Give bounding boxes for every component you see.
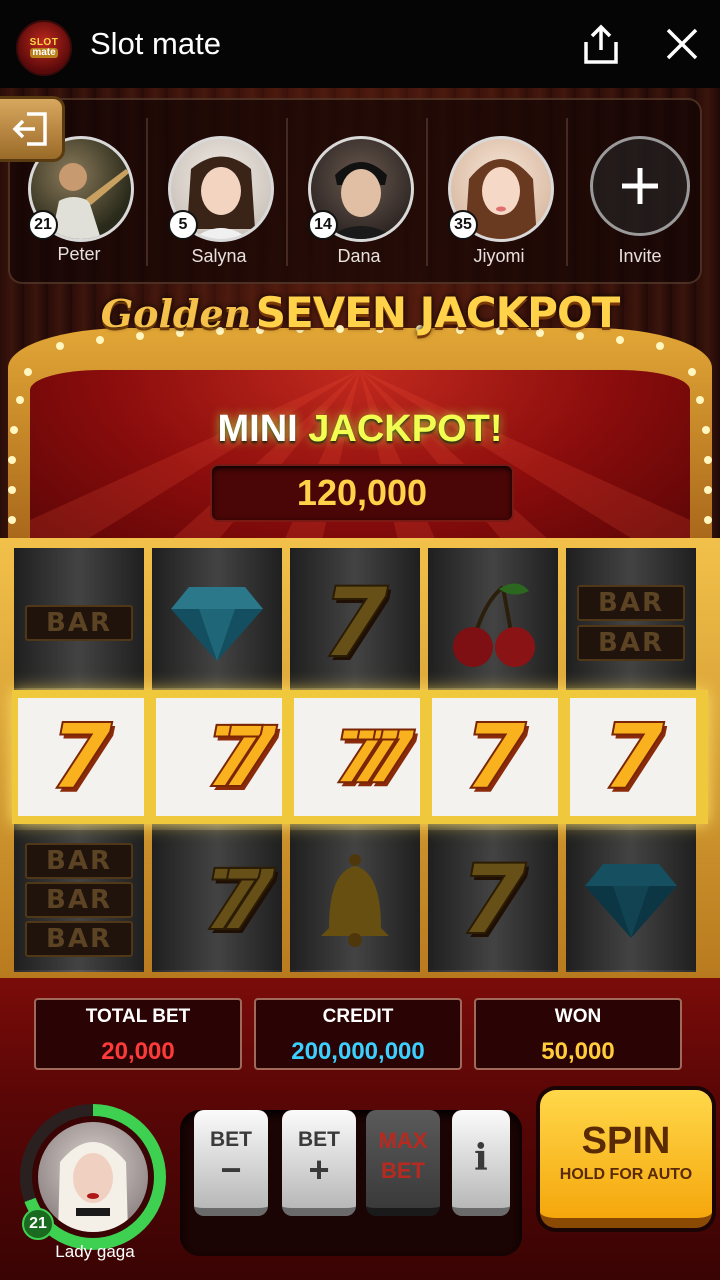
jackpot-amount: 120,000 (210, 464, 514, 522)
friend-name: Peter (57, 244, 101, 264)
reel-shade (152, 830, 282, 970)
exit-icon (12, 112, 47, 146)
friend-name: Jiyomi (473, 246, 525, 266)
bet-minus-button[interactable]: BET − (194, 1110, 268, 1216)
friends-panel: 21 Peter 5 Salyna 14 Dana 35 Jiyomi Invi… (8, 98, 702, 284)
friend-slot-jiyomi[interactable]: 35 Jiyomi (430, 100, 568, 282)
seven-symbol: 7 (601, 704, 666, 811)
triple-seven-symbol: 777 (332, 714, 417, 800)
max-bet-line1: MAX (378, 1128, 428, 1153)
info-icon: i (474, 1137, 488, 1179)
spin-label: SPIN (581, 1120, 671, 1162)
reel-shade (290, 548, 420, 688)
mini-word: MINI (217, 408, 298, 450)
divider (286, 118, 288, 266)
friend-name: Salyna (191, 246, 247, 266)
reel-shade (566, 548, 696, 688)
won-display: WON 50,000 (474, 998, 682, 1070)
total-bet-label: TOTAL BET (85, 1006, 191, 1027)
reel-shade (152, 548, 282, 688)
spin-sub-label: HOLD FOR AUTO (559, 1166, 693, 1183)
mini-jackpot-heading: MINI JACKPOT! (0, 408, 720, 451)
won-value: 50,000 (541, 1038, 615, 1065)
invite-circle (590, 136, 690, 236)
app-bar: SLOT mate Slot mate (0, 0, 720, 88)
invite-button[interactable]: Invite (570, 100, 700, 282)
seven-symbol: 7 (49, 704, 114, 811)
seven-symbol: 7 (463, 704, 528, 811)
info-button[interactable]: i (452, 1110, 510, 1216)
plus-icon: + (308, 1149, 330, 1190)
player-name: Lady gaga (55, 1242, 135, 1261)
player-level-badge: 21 (22, 1208, 54, 1240)
share-button[interactable] (580, 24, 622, 66)
win-cell-1: 7 (18, 698, 144, 816)
level-badge: 21 (28, 210, 58, 240)
close-icon (666, 28, 698, 60)
friend-slot-salyna[interactable]: 5 Salyna (150, 100, 288, 282)
marquee-inner (30, 370, 690, 550)
title-script: Golden (100, 291, 252, 336)
divider (566, 118, 568, 266)
credit-value: 200,000,000 (291, 1038, 425, 1065)
level-badge: 14 (308, 210, 338, 240)
spin-button[interactable]: SPIN HOLD FOR AUTO (540, 1090, 712, 1228)
win-cell-3: 777 (294, 698, 420, 816)
level-badge: 35 (448, 210, 478, 240)
logo-text-bottom: mate (30, 47, 58, 58)
win-cell-4: 7 (432, 698, 558, 816)
close-button[interactable] (662, 24, 702, 64)
app-title: Slot mate (90, 26, 221, 61)
jackpot-game-title: Golden SEVEN JACKPOT (0, 288, 720, 348)
reel-shade (290, 830, 420, 970)
reel-shade (428, 548, 558, 688)
share-icon (584, 24, 618, 64)
reel-shade (14, 548, 144, 688)
player-avatar[interactable] (38, 1122, 148, 1232)
minus-icon: − (220, 1149, 242, 1190)
sunburst-rays (30, 370, 690, 550)
friend-name: Dana (337, 246, 381, 266)
jackpot-word: JACKPOT! (308, 408, 503, 450)
divider (426, 118, 428, 266)
max-bet-label: MAX BET (379, 1126, 428, 1186)
double-seven-symbol: 77 (204, 707, 279, 807)
win-cell-2: 77 (156, 698, 282, 816)
reel-shade (428, 830, 558, 970)
reel-shade (566, 830, 696, 970)
credit-display: CREDIT 200,000,000 (254, 998, 462, 1070)
plus-icon (622, 168, 658, 204)
max-bet-line2: BET (380, 1158, 425, 1183)
app-logo: SLOT mate (16, 20, 72, 76)
won-label: WON (554, 1006, 602, 1027)
max-bet-button[interactable]: MAX BET (366, 1110, 440, 1216)
credit-label: CREDIT (322, 1006, 394, 1027)
title-main: SEVEN JACKPOT (255, 288, 621, 337)
bet-plus-button[interactable]: BET + (282, 1110, 356, 1216)
win-cell-5: 7 (570, 698, 696, 816)
level-badge: 5 (168, 210, 198, 240)
total-bet-value: 20,000 (101, 1038, 175, 1065)
divider (146, 118, 148, 266)
friend-slot-dana[interactable]: 14 Dana (290, 100, 428, 282)
reel-shade (14, 830, 144, 970)
total-bet-display: TOTAL BET 20,000 (34, 998, 242, 1070)
exit-button[interactable] (0, 96, 65, 162)
invite-label: Invite (618, 246, 662, 266)
